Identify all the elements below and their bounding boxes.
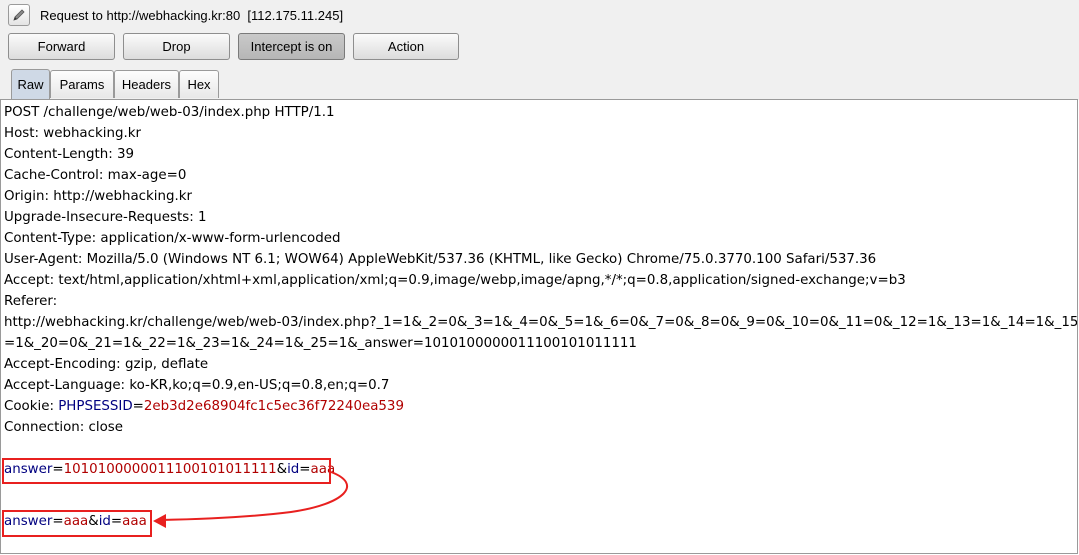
request-title-row: Request to http://webhacking.kr:80 [112.… bbox=[8, 3, 343, 27]
drop-button[interactable]: Drop bbox=[123, 33, 230, 60]
action-button[interactable]: Action bbox=[353, 33, 459, 60]
tab-headers[interactable]: Headers bbox=[114, 70, 179, 98]
change-arrow-icon bbox=[153, 471, 348, 528]
pencil-icon bbox=[13, 9, 25, 21]
intercept-toggle-button[interactable]: Intercept is on bbox=[238, 33, 345, 60]
forward-button[interactable]: Forward bbox=[8, 33, 115, 60]
tab-raw[interactable]: Raw bbox=[11, 69, 50, 99]
request-title: Request to http://webhacking.kr:80 [112.… bbox=[40, 7, 344, 23]
edit-pencil-icon[interactable] bbox=[8, 4, 30, 26]
raw-request-editor[interactable]: POST /challenge/web/web-03/index.php HTT… bbox=[0, 99, 1078, 554]
tab-hex[interactable]: Hex bbox=[179, 70, 219, 98]
tab-params[interactable]: Params bbox=[50, 70, 114, 98]
proxy-intercept-panel: Request to http://webhacking.kr:80 [112.… bbox=[0, 0, 1079, 100]
